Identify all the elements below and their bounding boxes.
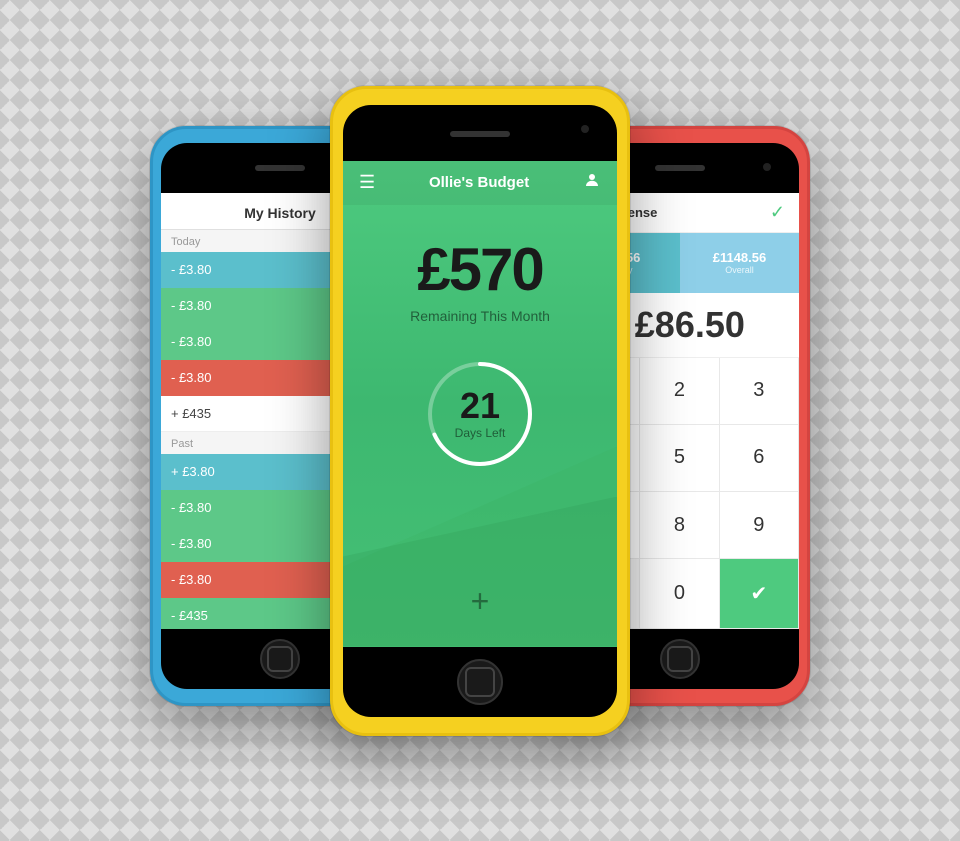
item-amount: - £3.80 [171, 572, 211, 587]
item-amount: - £3.80 [171, 334, 211, 349]
item-amount: - £3.80 [171, 370, 211, 385]
phone-center: ☰ Ollie's Budget £570 Remaining This Mon… [330, 86, 630, 736]
item-amount: - £3.80 [171, 536, 211, 551]
history-title: My History [244, 205, 316, 221]
budget-amount: £570 [417, 235, 542, 304]
days-number: 21 [455, 388, 506, 424]
key-0[interactable]: 0 [640, 559, 719, 628]
item-amount: + £435 [171, 406, 211, 421]
budget-header-title: Ollie's Budget [429, 174, 529, 191]
overall-amount: £1148.56 [713, 250, 767, 265]
remaining-label: Remaining This Month [410, 308, 550, 324]
expense-amount: £86.50 [635, 304, 745, 346]
key-confirm[interactable]: ✔ [720, 559, 799, 628]
add-expense-button[interactable]: + [455, 577, 505, 627]
item-amount: + £3.80 [171, 464, 215, 479]
home-button-center[interactable] [457, 659, 503, 705]
days-label: Days Left [455, 426, 506, 440]
home-button-left[interactable] [260, 639, 300, 679]
item-amount: - £3.80 [171, 298, 211, 313]
phones-container: My History Today - £3.80 - £3.80 - £3.80… [130, 46, 830, 796]
item-amount: - £435 [171, 608, 208, 623]
overall-total: £1148.56 Overall [680, 233, 799, 293]
budget-screen: ☰ Ollie's Budget £570 Remaining This Mon… [343, 161, 617, 647]
key-2[interactable]: 2 [640, 358, 719, 425]
home-button-right[interactable] [660, 639, 700, 679]
overall-label: Overall [725, 265, 754, 275]
item-amount: - £3.80 [171, 262, 211, 277]
key-5[interactable]: 5 [640, 425, 719, 492]
profile-icon[interactable] [583, 171, 601, 194]
key-8[interactable]: 8 [640, 492, 719, 559]
check-icon[interactable]: ✓ [770, 202, 785, 223]
key-3[interactable]: 3 [720, 358, 799, 425]
menu-icon[interactable]: ☰ [359, 172, 375, 193]
item-amount: - £3.80 [171, 500, 211, 515]
days-circle: 21 Days Left [420, 354, 540, 474]
key-6[interactable]: 6 [720, 425, 799, 492]
budget-header: ☰ Ollie's Budget [343, 161, 617, 205]
key-9[interactable]: 9 [720, 492, 799, 559]
